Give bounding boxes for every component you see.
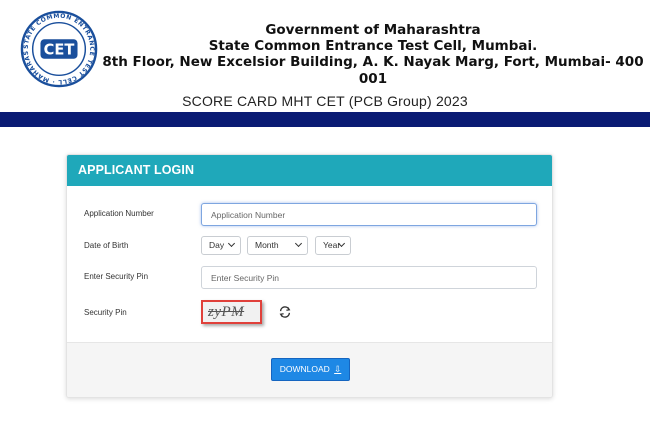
score-card-title: SCORE CARD MHT CET (PCB Group) 2023 <box>182 93 468 109</box>
page-header: STATE COMMON ENTRANCE TEST CELL · MAHARA… <box>0 0 650 112</box>
cet-logo: STATE COMMON ENTRANCE TEST CELL · MAHARA… <box>20 10 98 88</box>
logo-text: CET <box>44 41 75 58</box>
year-select-value: Year <box>323 240 341 250</box>
year-select[interactable]: Year <box>315 236 351 255</box>
download-button[interactable]: DOWNLOAD ⇩ <box>271 358 350 381</box>
security-pin-row: Security Pin zyPM <box>67 300 552 324</box>
enter-security-pin-label: Enter Security Pin <box>84 272 149 281</box>
applicant-login-panel: APPLICANT LOGIN Application Number Date … <box>66 154 553 398</box>
dob-row: Date of Birth Day Month Year <box>67 235 552 259</box>
security-pin-label: Security Pin <box>84 308 127 317</box>
panel-title: APPLICANT LOGIN <box>67 155 552 186</box>
org-line-address: 8th Floor, New Excelsior Building, A. K.… <box>102 54 644 87</box>
captcha-text: zyPM <box>208 304 245 320</box>
captcha-image: zyPM <box>201 300 262 324</box>
organization-info: Government of Maharashtra State Common E… <box>96 22 650 88</box>
refresh-icon[interactable] <box>278 305 292 319</box>
day-select[interactable]: Day <box>201 236 241 255</box>
month-select[interactable]: Month <box>247 236 308 255</box>
month-select-value: Month <box>255 240 279 250</box>
day-select-value: Day <box>209 240 225 250</box>
security-pin-input[interactable] <box>201 266 537 289</box>
org-line-cell: State Common Entrance Test Cell, Mumbai. <box>208 38 538 54</box>
org-line-government: Government of Maharashtra <box>265 22 481 38</box>
chevron-down-icon <box>294 239 303 248</box>
application-number-row: Application Number <box>67 203 552 227</box>
enter-security-pin-row: Enter Security Pin <box>67 266 552 290</box>
panel-footer: DOWNLOAD ⇩ <box>67 342 552 397</box>
download-button-label: DOWNLOAD <box>279 364 330 374</box>
download-icon: ⇩ <box>334 364 342 374</box>
chevron-down-icon <box>227 239 236 248</box>
application-number-label: Application Number <box>84 209 154 218</box>
application-number-input[interactable] <box>201 203 537 226</box>
nav-bar <box>0 112 650 127</box>
dob-label: Date of Birth <box>84 241 129 250</box>
